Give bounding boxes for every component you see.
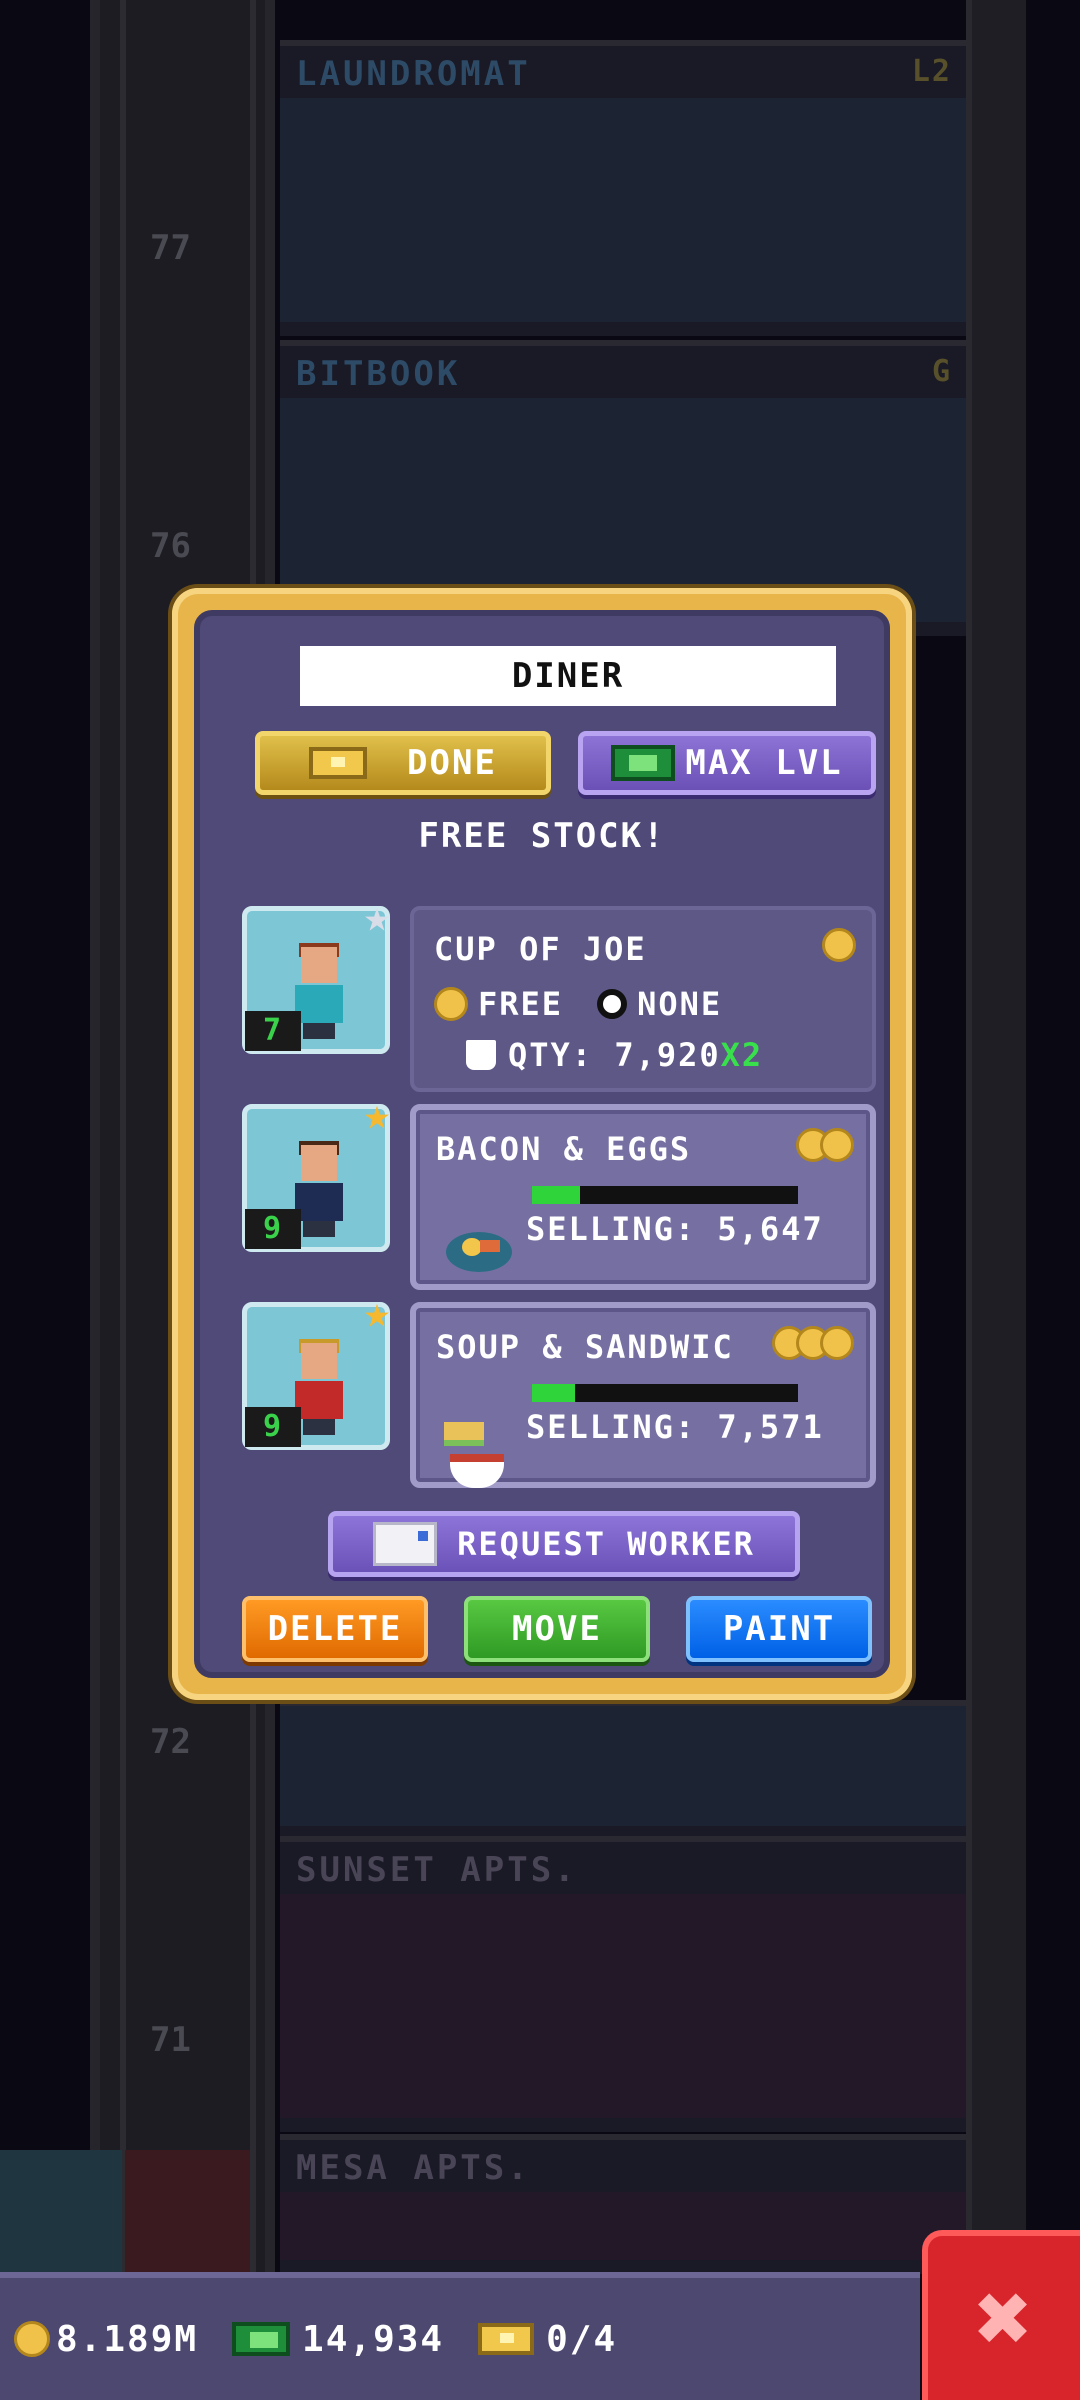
- floor-number: 71: [150, 2020, 191, 2060]
- coin-icon: [434, 987, 468, 1021]
- floor-mesa-apts[interactable]: MESA APTS.: [280, 2134, 966, 2274]
- item-qty-row: QTY: 7,920X2: [466, 1036, 763, 1074]
- qty-label: QTY: 7,920: [508, 1036, 721, 1074]
- cost-label: FREE: [478, 985, 564, 1023]
- worker-level: 9: [245, 1407, 301, 1447]
- move-button[interactable]: MOVE: [464, 1596, 650, 1662]
- max-level-button[interactable]: MAX LVL: [578, 731, 876, 795]
- coins-counter: 8.189M: [14, 2319, 198, 2360]
- tickets-value: 0/4: [546, 2318, 618, 2360]
- bacon-eggs-icon: [446, 1232, 512, 1272]
- stock-item-soup-sandwich[interactable]: SOUP & SANDWIC SELLING: 7,571: [410, 1302, 876, 1488]
- wrench-tool-button[interactable]: [0, 2150, 122, 2272]
- soup-sandwich-icon: [444, 1422, 510, 1488]
- floor-number: 76: [150, 526, 191, 566]
- item-name: SOUP & SANDWIC: [436, 1328, 734, 1366]
- elevator-tool-button[interactable]: [125, 2150, 250, 2272]
- floor-lower[interactable]: [280, 1700, 966, 1840]
- gold-star-icon: ★: [363, 1287, 391, 1338]
- gold-star-icon: ★: [363, 1089, 391, 1140]
- coins-icon: [772, 1326, 854, 1362]
- paint-button[interactable]: PAINT: [686, 1596, 872, 1662]
- ticket-icon: [478, 2323, 535, 2355]
- worker-avatar[interactable]: 9 ★: [242, 1093, 390, 1252]
- bux-counter: 14,934: [232, 2319, 444, 2360]
- coins-icon: [796, 1128, 854, 1164]
- floor-number: 77: [150, 228, 191, 268]
- coins-value: 8.189M: [56, 2318, 199, 2360]
- selling-label: SELLING: 7,571: [526, 1408, 824, 1446]
- stock-item-bacon-eggs[interactable]: BACON & EGGS SELLING: 5,647: [410, 1104, 876, 1290]
- item-name: CUP OF JOE: [434, 930, 647, 968]
- coin-icon: [14, 2321, 50, 2357]
- worker-avatar[interactable]: 9 ★: [242, 1291, 390, 1450]
- floor-name: LAUNDROMAT: [296, 54, 531, 94]
- floor-level: G: [931, 354, 952, 389]
- stock-item-cup-of-joe[interactable]: CUP OF JOE FREE NONE QTY: 7,920X2: [410, 906, 876, 1092]
- bux-icon: [611, 745, 676, 781]
- modal-title: DINER: [300, 646, 836, 706]
- delete-button[interactable]: DELETE: [242, 1596, 428, 1662]
- letter-icon: [373, 1522, 438, 1566]
- done-label: DONE: [407, 743, 497, 783]
- clock-icon: [597, 989, 628, 1019]
- floor-sunset-apts[interactable]: SUNSET APTS.: [280, 1836, 966, 2132]
- worker-sprite: [295, 943, 343, 1039]
- selling-label: SELLING: 5,647: [526, 1210, 824, 1248]
- free-stock-label: FREE STOCK!: [418, 816, 666, 856]
- item-name: BACON & EGGS: [436, 1130, 692, 1168]
- floor-number: 72: [150, 1722, 191, 1762]
- floor-name: MESA APTS.: [296, 2148, 531, 2188]
- floor-laundromat[interactable]: LAUNDROMAT L2: [280, 40, 966, 336]
- progress-fill: [532, 1384, 575, 1402]
- request-worker-label: REQUEST WORKER: [457, 1525, 755, 1563]
- resource-bar: 8.189M 14,934 0/4: [0, 2272, 920, 2400]
- diner-modal: DINER DONE MAX LVL FREE STOCK! 7 ★ CUP O…: [172, 588, 912, 1700]
- done-button[interactable]: DONE: [255, 731, 551, 795]
- worker-level: 9: [245, 1209, 301, 1249]
- floor-name: BITBOOK: [296, 354, 461, 394]
- silver-star-icon: ★: [363, 891, 391, 942]
- worker-sprite: [295, 1141, 343, 1237]
- floor-name: SUNSET APTS.: [296, 1850, 578, 1890]
- worker-avatar[interactable]: 7 ★: [242, 895, 390, 1054]
- modal-panel: DINER DONE MAX LVL FREE STOCK! 7 ★ CUP O…: [194, 610, 890, 1678]
- multiplier-label: X2: [720, 1036, 764, 1074]
- sale-progress-bar: [532, 1384, 798, 1402]
- progress-fill: [532, 1186, 580, 1204]
- coin-icon: [822, 928, 856, 964]
- floor-level: L2: [911, 54, 952, 89]
- worker-level: 7: [245, 1011, 301, 1051]
- time-label: NONE: [637, 985, 723, 1023]
- sale-progress-bar: [532, 1186, 798, 1204]
- cup-icon: [466, 1040, 496, 1070]
- close-icon: ✖: [975, 2262, 1033, 2374]
- request-worker-button[interactable]: REQUEST WORKER: [328, 1511, 800, 1577]
- max-level-label: MAX LVL: [685, 743, 843, 783]
- scroll-rail: [966, 0, 1026, 2280]
- ticket-icon: [309, 747, 368, 779]
- item-cost-row: FREE NONE: [434, 985, 722, 1023]
- tickets-counter: 0/4: [478, 2319, 617, 2360]
- bux-icon: [232, 2322, 291, 2356]
- bux-value: 14,934: [302, 2318, 445, 2360]
- close-button[interactable]: ✖: [922, 2230, 1080, 2400]
- tool-buttons: [0, 2150, 250, 2272]
- worker-sprite: [295, 1339, 343, 1435]
